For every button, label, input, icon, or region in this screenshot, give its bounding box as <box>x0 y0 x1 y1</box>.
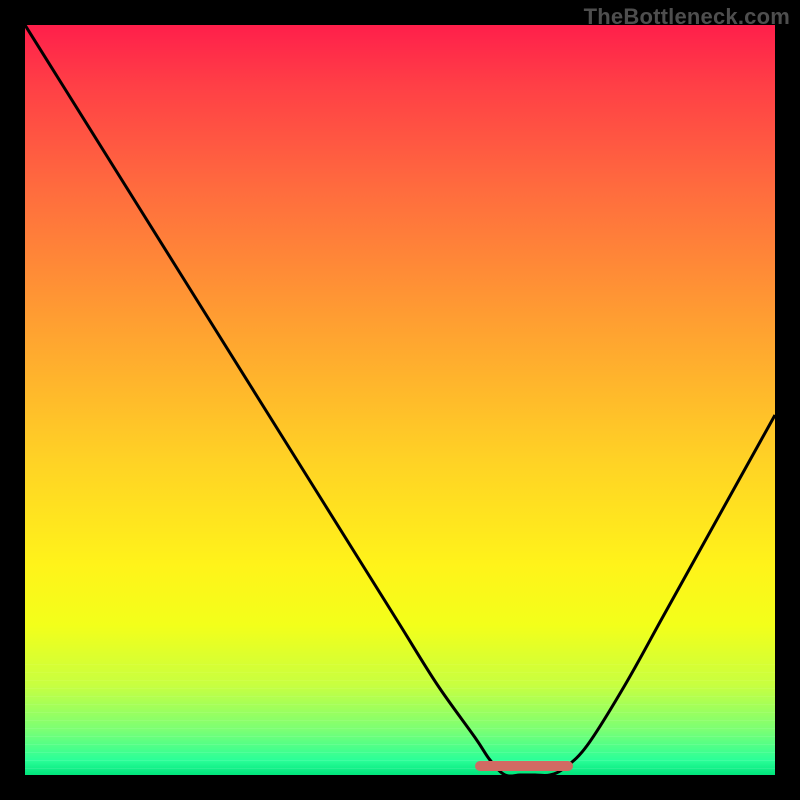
plot-area <box>25 25 775 775</box>
bottleneck-curve <box>25 25 775 775</box>
curve-svg <box>25 25 775 775</box>
optimal-range-marker <box>475 761 573 771</box>
watermark-text: TheBottleneck.com <box>584 4 790 30</box>
chart-frame: TheBottleneck.com <box>0 0 800 800</box>
plot-outer <box>25 25 775 775</box>
